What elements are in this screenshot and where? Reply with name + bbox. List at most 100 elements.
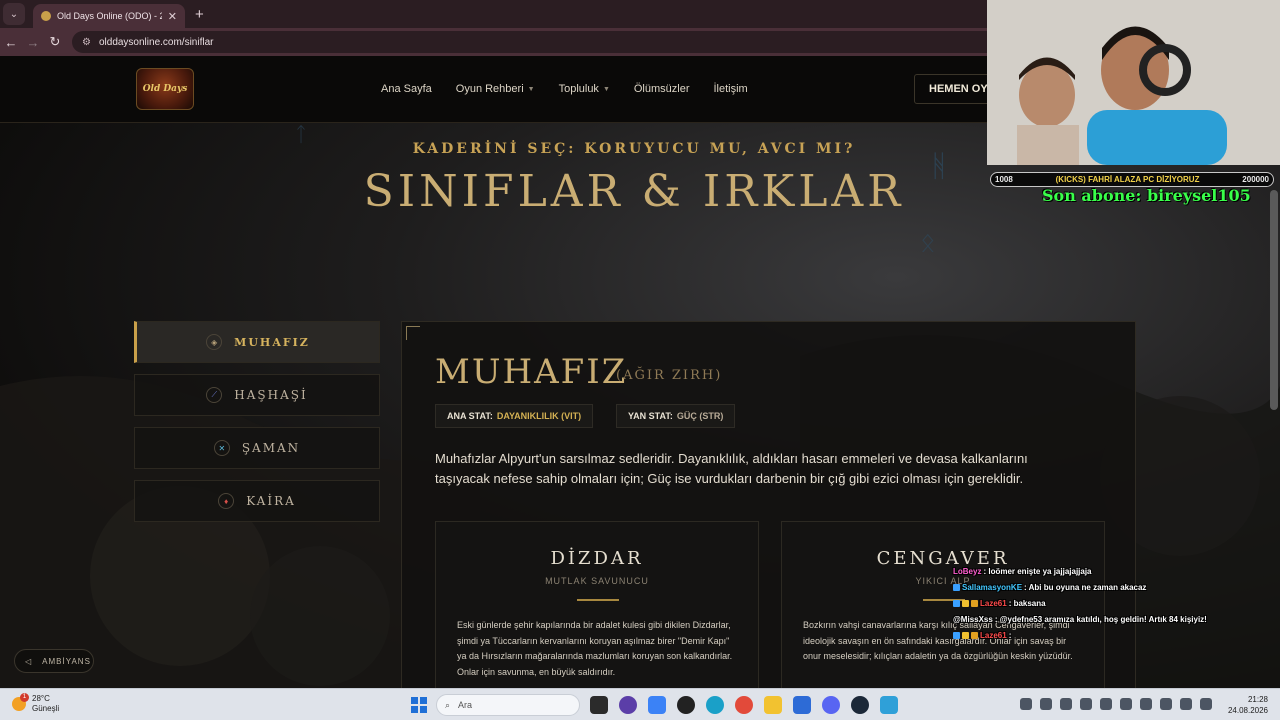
windows-start-icon[interactable] <box>411 697 427 713</box>
search-placeholder: Ara <box>458 700 473 710</box>
tray-icon[interactable] <box>1040 698 1052 710</box>
github-icon[interactable] <box>677 696 695 714</box>
chat-message: : <box>1008 630 1012 640</box>
chat-line: SallamasyonKE : Abi bu oyuna ne zaman ak… <box>953 579 1243 595</box>
tray-icon[interactable] <box>1020 698 1032 710</box>
back-icon[interactable]: ← <box>0 35 22 50</box>
ticker-goal: 200000 <box>1242 175 1269 184</box>
stream-ticker: 1008 (KICKS) FAHRİ ALAZA PC DİZİYORUZ 20… <box>990 172 1274 187</box>
url-field[interactable]: ⚙ olddaysonline.com/siniflar <box>72 31 1052 53</box>
reload-icon[interactable]: ↻ <box>44 34 66 50</box>
nav-game-guide[interactable]: Oyun Rehberi ▼ <box>456 83 535 95</box>
chat-user: @MissXss <box>953 614 993 624</box>
class-tab-kaira[interactable]: ♦ KAİRA <box>134 480 380 522</box>
discord-icon[interactable] <box>822 696 840 714</box>
tab-search-icon[interactable]: ⌄ <box>3 3 25 25</box>
class-menu: ◈ MUHAFIZ ⟋ HAŞHAŞİ ✕ ŞAMAN ♦ KAİRA <box>134 321 380 533</box>
favicon-icon <box>41 11 51 21</box>
site-info-icon[interactable]: ⚙ <box>82 37 91 48</box>
ticker-count: 1008 <box>995 175 1013 184</box>
badge-icon <box>971 631 978 639</box>
system-tray <box>1020 698 1212 710</box>
nav-home[interactable]: Ana Sayfa <box>381 83 432 95</box>
taskbar-search[interactable]: ⌕ Ara <box>436 694 580 716</box>
class-tab-saman[interactable]: ✕ ŞAMAN <box>134 427 380 469</box>
taskbar: 1 28°C Güneşli ⌕ Ara 21:28 24.08.2026 <box>0 688 1280 720</box>
stat-label: YAN STAT: <box>628 411 673 421</box>
weather-condition: Güneşli <box>32 704 60 713</box>
chat-user: LoBeyz <box>953 566 982 576</box>
steam-icon[interactable] <box>851 696 869 714</box>
last-subscriber: Son abone: bireysel105 <box>1042 186 1251 205</box>
system-clock[interactable]: 21:28 24.08.2026 <box>1226 694 1268 716</box>
main-stat-badge: ANA STAT: DAYANIKLILIK (VIT) <box>435 404 594 428</box>
close-tab-icon[interactable]: ✕ <box>168 10 177 23</box>
tray-icon[interactable] <box>1100 698 1112 710</box>
chevron-down-icon: ▼ <box>602 85 610 93</box>
class-tab-muhafiz[interactable]: ◈ MUHAFIZ <box>134 321 380 363</box>
class-description: Muhafızlar Alpyurt'un sarsılmaz sedlerid… <box>435 451 1028 486</box>
badge-icon <box>971 599 978 607</box>
weather-widget[interactable]: 1 28°C Güneşli <box>12 693 60 714</box>
wifi-icon[interactable] <box>1180 698 1192 710</box>
badge-icon <box>953 631 960 639</box>
forward-icon[interactable]: → <box>22 35 44 50</box>
main-nav: Ana Sayfa Oyun Rehberi ▼ Topluluk ▼ Ölümsü… <box>381 83 748 95</box>
chrome-icon[interactable] <box>735 696 753 714</box>
shield-icon: ◈ <box>206 334 223 350</box>
flame-icon: ♦ <box>218 493 235 509</box>
file-explorer-icon[interactable] <box>764 696 782 714</box>
nav-community[interactable]: Topluluk ▼ <box>559 83 610 95</box>
browser-tab[interactable]: Old Days Online (ODO) - 2026 ✕ <box>33 4 185 28</box>
tray-icon[interactable] <box>1120 698 1132 710</box>
subclass-card-dizdar[interactable]: DİZDAR MUTLAK SAVUNUCU Eski günlerde şeh… <box>435 521 759 688</box>
store-icon[interactable] <box>793 696 811 714</box>
class-label: MUHAFIZ <box>234 335 310 349</box>
chat-message: : @ydefne53 aramıza katıldı, hoş geldin!… <box>994 614 1207 624</box>
dagger-icon: ⟋ <box>206 387 223 403</box>
badge-icon <box>953 599 960 607</box>
chat-message: : baksana <box>1008 598 1046 608</box>
vpn-icon[interactable] <box>648 696 666 714</box>
logo-text: Old Days <box>142 84 188 94</box>
ambience-toggle[interactable]: ◁ AMBİYANS <box>14 649 94 673</box>
site-logo[interactable]: Old Days <box>136 68 194 110</box>
corner-ornament <box>406 326 420 340</box>
task-view-icon[interactable] <box>590 696 608 714</box>
tray-icon[interactable] <box>1080 698 1092 710</box>
divider <box>577 599 619 601</box>
class-tab-hashasi[interactable]: ⟋ HAŞHAŞİ <box>134 374 380 416</box>
chat-message: : loömer enişte ya jajjajajjaja <box>983 566 1092 576</box>
nav-label: Ölümsüzler <box>633 83 690 95</box>
nav-label: İletişim <box>713 83 748 95</box>
nav-label: Topluluk <box>558 83 599 95</box>
webcam-image <box>987 0 1280 165</box>
edge-icon[interactable] <box>706 696 724 714</box>
speaker-icon: ◁ <box>25 656 33 666</box>
screen: ⌄ Old Days Online (ODO) - 2026 ✕ + ← → ↻… <box>0 0 1280 720</box>
chat-line: LoBeyz : loömer enişte ya jajjajajjaja <box>953 563 1243 579</box>
tab-title: Old Days Online (ODO) - 2026 <box>57 11 162 21</box>
nav-contact[interactable]: İletişim <box>714 83 748 95</box>
cortana-icon[interactable] <box>619 696 637 714</box>
nav-immortals[interactable]: Ölümsüzler <box>634 83 690 95</box>
volume-icon[interactable] <box>1200 698 1212 710</box>
class-title: MUHAFIZ <box>435 352 628 392</box>
microphone-icon[interactable] <box>1160 698 1172 710</box>
subclass-text: Eski günlerde şehir kapılarında bir adal… <box>457 620 733 677</box>
stream-chat: LoBeyz : loömer enişte ya jajjajajjaja S… <box>953 563 1243 643</box>
chat-line: Laze61 : <box>953 627 1243 643</box>
class-label: HAŞHAŞİ <box>234 388 308 402</box>
page-scrollbar[interactable] <box>1270 190 1278 410</box>
stat-value: GÜÇ (STR) <box>676 411 724 421</box>
taskbar-apps <box>590 696 898 714</box>
webcam-feed <box>987 0 1280 165</box>
app-icon[interactable] <box>880 696 898 714</box>
tray-icon[interactable] <box>1140 698 1152 710</box>
class-subtitle: (AĞIR ZIRH) <box>616 368 723 383</box>
stat-value: DAYANIKLILIK (VIT) <box>496 411 582 421</box>
chat-line: Laze61 : baksana <box>953 595 1243 611</box>
tray-icon[interactable] <box>1060 698 1072 710</box>
side-stat-badge: YAN STAT: GÜÇ (STR) <box>616 404 736 428</box>
new-tab-icon[interactable]: + <box>195 6 204 23</box>
